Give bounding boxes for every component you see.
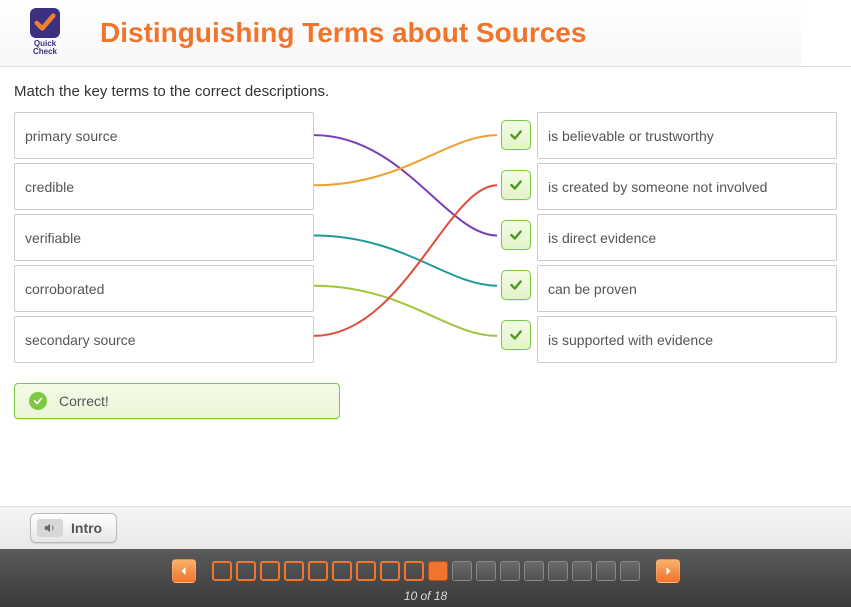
correct-icon	[29, 392, 47, 410]
match-correct-chip	[501, 320, 531, 350]
page-indicator-7[interactable]	[356, 561, 376, 581]
page-indicator-3[interactable]	[260, 561, 280, 581]
match-correct-chip	[501, 220, 531, 250]
page-indicator-17[interactable]	[596, 561, 616, 581]
intro-button-label: Intro	[71, 520, 102, 536]
page-indicator-18[interactable]	[620, 561, 640, 581]
page-indicator-4[interactable]	[284, 561, 304, 581]
desc-label: is direct evidence	[548, 230, 656, 246]
page-indicator-9[interactable]	[404, 561, 424, 581]
prev-button[interactable]	[172, 559, 196, 583]
desc-created-not-involved[interactable]: is created by someone not involved	[537, 163, 837, 210]
desc-label: is believable or trustworthy	[548, 128, 714, 144]
progress-strip: 10 of 18	[0, 549, 851, 607]
term-verifiable[interactable]: verifiable	[14, 214, 314, 261]
desc-label: is supported with evidence	[548, 332, 713, 348]
connector-area	[314, 112, 537, 363]
term-label: secondary source	[25, 332, 136, 348]
desc-label: is created by someone not involved	[548, 179, 767, 195]
intro-bar: Intro	[0, 506, 851, 549]
page-indicator-1[interactable]	[212, 561, 232, 581]
intro-button[interactable]: Intro	[30, 513, 117, 543]
match-correct-chip	[501, 270, 531, 300]
page-indicator-10[interactable]	[428, 561, 448, 581]
match-correct-chip	[501, 170, 531, 200]
header: Quick Check Distinguishing Terms about S…	[0, 0, 851, 67]
match-correct-chip	[501, 120, 531, 150]
desc-can-be-proven[interactable]: can be proven	[537, 265, 837, 312]
main-content: Match the key terms to the correct descr…	[0, 67, 851, 419]
term-secondary-source[interactable]: secondary source	[14, 316, 314, 363]
page-indicator-14[interactable]	[524, 561, 544, 581]
page-indicator-13[interactable]	[500, 561, 520, 581]
page-indicator-2[interactable]	[236, 561, 256, 581]
nav-row	[0, 559, 851, 583]
page-indicator-15[interactable]	[548, 561, 568, 581]
quickcheck-icon	[30, 8, 60, 38]
footer: Intro 10 of 18	[0, 506, 851, 607]
matching-area: primary source credible verifiable corro…	[14, 112, 837, 363]
term-label: verifiable	[25, 230, 81, 246]
page-indicator-11[interactable]	[452, 561, 472, 581]
feedback-text: Correct!	[59, 393, 109, 409]
term-primary-source[interactable]: primary source	[14, 112, 314, 159]
page-indicator-16[interactable]	[572, 561, 592, 581]
instruction-text: Match the key terms to the correct descr…	[14, 83, 837, 100]
desc-supported-evidence[interactable]: is supported with evidence	[537, 316, 837, 363]
term-label: primary source	[25, 128, 118, 144]
left-terms-column: primary source credible verifiable corro…	[14, 112, 314, 363]
term-corroborated[interactable]: corroborated	[14, 265, 314, 312]
page-indicator-5[interactable]	[308, 561, 328, 581]
term-label: corroborated	[25, 281, 104, 297]
page-indicator-6[interactable]	[332, 561, 352, 581]
desc-believable[interactable]: is believable or trustworthy	[537, 112, 837, 159]
page-title: Distinguishing Terms about Sources	[100, 17, 586, 49]
quickcheck-label: Quick Check	[30, 40, 60, 56]
term-credible[interactable]: credible	[14, 163, 314, 210]
quickcheck-logo: Quick Check	[30, 8, 60, 58]
page-indicator-12[interactable]	[476, 561, 496, 581]
term-label: credible	[25, 179, 74, 195]
feedback-bar: Correct!	[14, 383, 340, 419]
page-counter: 10 of 18	[0, 589, 851, 603]
next-button[interactable]	[656, 559, 680, 583]
desc-direct-evidence[interactable]: is direct evidence	[537, 214, 837, 261]
desc-label: can be proven	[548, 281, 637, 297]
right-descriptions-column: is believable or trustworthy is created …	[537, 112, 837, 363]
speaker-icon	[37, 519, 63, 537]
page-indicator-8[interactable]	[380, 561, 400, 581]
